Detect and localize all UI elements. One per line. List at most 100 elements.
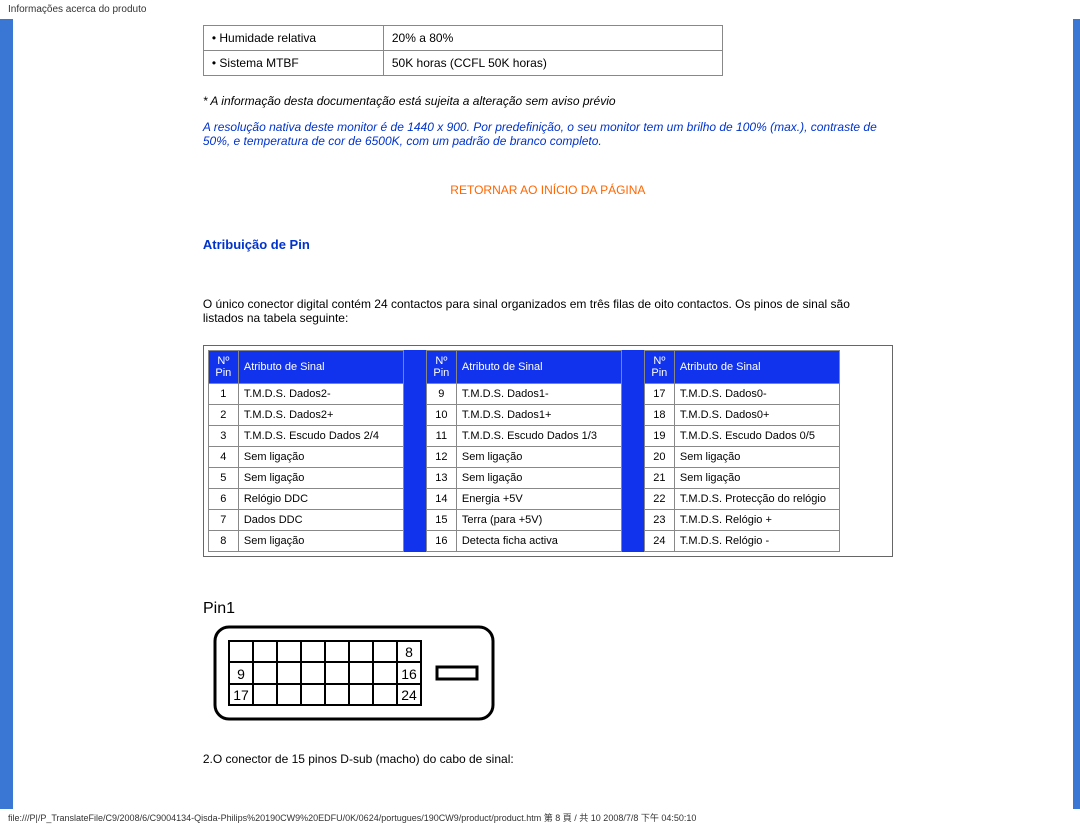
pin-number: 21 — [644, 468, 674, 489]
pin-attribute: Energia +5V — [456, 489, 621, 510]
pin-attribute: Sem ligação — [238, 447, 403, 468]
table-row: 5Sem ligação — [208, 468, 403, 489]
label-pin24: 24 — [401, 687, 417, 703]
table-row: 21Sem ligação — [644, 468, 839, 489]
footer-file-path: file:///P|/P_TranslateFile/C9/2008/6/C90… — [0, 809, 1080, 826]
pin-attribute: Relógio DDC — [238, 489, 403, 510]
table-row: 19T.M.D.S. Escudo Dados 0/5 — [644, 426, 839, 447]
label-pin17: 17 — [233, 687, 249, 703]
table-row: 12Sem ligação — [426, 447, 621, 468]
pin-header-attr: Atributo de Sinal — [456, 351, 621, 384]
pin-number: 20 — [644, 447, 674, 468]
pin-number: 16 — [426, 531, 456, 552]
pin-number: 7 — [208, 510, 238, 531]
pin-number: 24 — [644, 531, 674, 552]
pin-number: 4 — [208, 447, 238, 468]
pin-table-container: Nº PinAtributo de Sinal1T.M.D.S. Dados2-… — [203, 345, 893, 557]
pin-number: 17 — [644, 384, 674, 405]
pin-number: 22 — [644, 489, 674, 510]
pin-attribute: T.M.D.S. Dados0+ — [674, 405, 839, 426]
section-text-pin: O único conector digital contém 24 conta… — [203, 297, 893, 325]
pin-subtable: Nº PinAtributo de Sinal1T.M.D.S. Dados2-… — [208, 350, 404, 552]
table-row: 18T.M.D.S. Dados0+ — [644, 405, 839, 426]
table-row: 23T.M.D.S. Relógio + — [644, 510, 839, 531]
pin-attribute: T.M.D.S. Escudo Dados 2/4 — [238, 426, 403, 447]
table-row: 22T.M.D.S. Protecção do relógio — [644, 489, 839, 510]
pin-number: 3 — [208, 426, 238, 447]
pin-number: 18 — [644, 405, 674, 426]
pin-header-attr: Atributo de Sinal — [674, 351, 839, 384]
table-spacer — [404, 350, 426, 552]
pin-attribute: T.M.D.S. Escudo Dados 0/5 — [674, 426, 839, 447]
pin-number: 14 — [426, 489, 456, 510]
dvi-connector-diagram: Pin1 — [203, 597, 893, 732]
note-resolution: A resolução nativa deste monitor é de 14… — [203, 120, 893, 148]
table-row: 8Sem ligação — [208, 531, 403, 552]
table-row: 2T.M.D.S. Dados2+ — [208, 405, 403, 426]
left-margin-bar — [0, 19, 13, 809]
pin-number: 15 — [426, 510, 456, 531]
pin-attribute: T.M.D.S. Relógio + — [674, 510, 839, 531]
label-pin9: 9 — [237, 666, 245, 682]
pin-header-attr: Atributo de Sinal — [238, 351, 403, 384]
section-title-pin: Atribuição de Pin — [203, 237, 893, 252]
pin-number: 10 — [426, 405, 456, 426]
table-row: 3T.M.D.S. Escudo Dados 2/4 — [208, 426, 403, 447]
footer-connector-note: 2.O conector de 15 pinos D-sub (macho) d… — [203, 752, 893, 766]
pin-attribute: T.M.D.S. Relógio - — [674, 531, 839, 552]
table-row: 17T.M.D.S. Dados0- — [644, 384, 839, 405]
note-asterisk: * A informação desta documentação está s… — [203, 94, 893, 108]
pin-subtable: Nº PinAtributo de Sinal9T.M.D.S. Dados1-… — [426, 350, 622, 552]
table-row: 15Terra (para +5V) — [426, 510, 621, 531]
env-value: 50K horas (CCFL 50K horas) — [383, 51, 722, 76]
pin-number: 6 — [208, 489, 238, 510]
pin-header-no: Nº Pin — [644, 351, 674, 384]
label-pin16: 16 — [401, 666, 417, 682]
table-row: 14Energia +5V — [426, 489, 621, 510]
table-row: 4Sem ligação — [208, 447, 403, 468]
pin-number: 8 — [208, 531, 238, 552]
pin-attribute: T.M.D.S. Dados1- — [456, 384, 621, 405]
pin-header-no: Nº Pin — [208, 351, 238, 384]
table-row: • Sistema MTBF50K horas (CCFL 50K horas) — [203, 51, 722, 76]
pin-attribute: T.M.D.S. Escudo Dados 1/3 — [456, 426, 621, 447]
pin-attribute: Dados DDC — [238, 510, 403, 531]
pin-attribute: Detecta ficha activa — [456, 531, 621, 552]
main-content: • Humidade relativa20% a 80%• Sistema MT… — [13, 19, 1073, 809]
pin-number: 23 — [644, 510, 674, 531]
label-pin8: 8 — [405, 644, 413, 660]
env-value: 20% a 80% — [383, 26, 722, 51]
pin-attribute: T.M.D.S. Protecção do relógio — [674, 489, 839, 510]
pin-attribute: T.M.D.S. Dados2+ — [238, 405, 403, 426]
pin-attribute: Sem ligação — [674, 447, 839, 468]
table-row: 11T.M.D.S. Escudo Dados 1/3 — [426, 426, 621, 447]
pin-number: 12 — [426, 447, 456, 468]
page-header: Informações acerca do produto — [0, 0, 1080, 19]
pin-subtable: Nº PinAtributo de Sinal17T.M.D.S. Dados0… — [644, 350, 840, 552]
pin-header-no: Nº Pin — [426, 351, 456, 384]
pin-number: 19 — [644, 426, 674, 447]
pin-number: 11 — [426, 426, 456, 447]
env-label: • Sistema MTBF — [203, 51, 383, 76]
table-row: 10T.M.D.S. Dados1+ — [426, 405, 621, 426]
table-row: 13Sem ligação — [426, 468, 621, 489]
label-pin1: Pin1 — [203, 600, 235, 617]
pin-number: 5 — [208, 468, 238, 489]
return-top-link[interactable]: RETORNAR AO INÍCIO DA PÁGINA — [203, 183, 893, 197]
table-row: 1T.M.D.S. Dados2- — [208, 384, 403, 405]
table-row: 6Relógio DDC — [208, 489, 403, 510]
table-row: • Humidade relativa20% a 80% — [203, 26, 722, 51]
pin-number: 9 — [426, 384, 456, 405]
table-row: 9T.M.D.S. Dados1- — [426, 384, 621, 405]
pin-attribute: T.M.D.S. Dados1+ — [456, 405, 621, 426]
pin-number: 13 — [426, 468, 456, 489]
table-row: 16Detecta ficha activa — [426, 531, 621, 552]
table-row: 20Sem ligação — [644, 447, 839, 468]
pin-attribute: Sem ligação — [238, 531, 403, 552]
table-row: 7Dados DDC — [208, 510, 403, 531]
pin-attribute: T.M.D.S. Dados2- — [238, 384, 403, 405]
env-label: • Humidade relativa — [203, 26, 383, 51]
table-row: 24T.M.D.S. Relógio - — [644, 531, 839, 552]
table-spacer — [622, 350, 644, 552]
pin-attribute: Sem ligação — [238, 468, 403, 489]
